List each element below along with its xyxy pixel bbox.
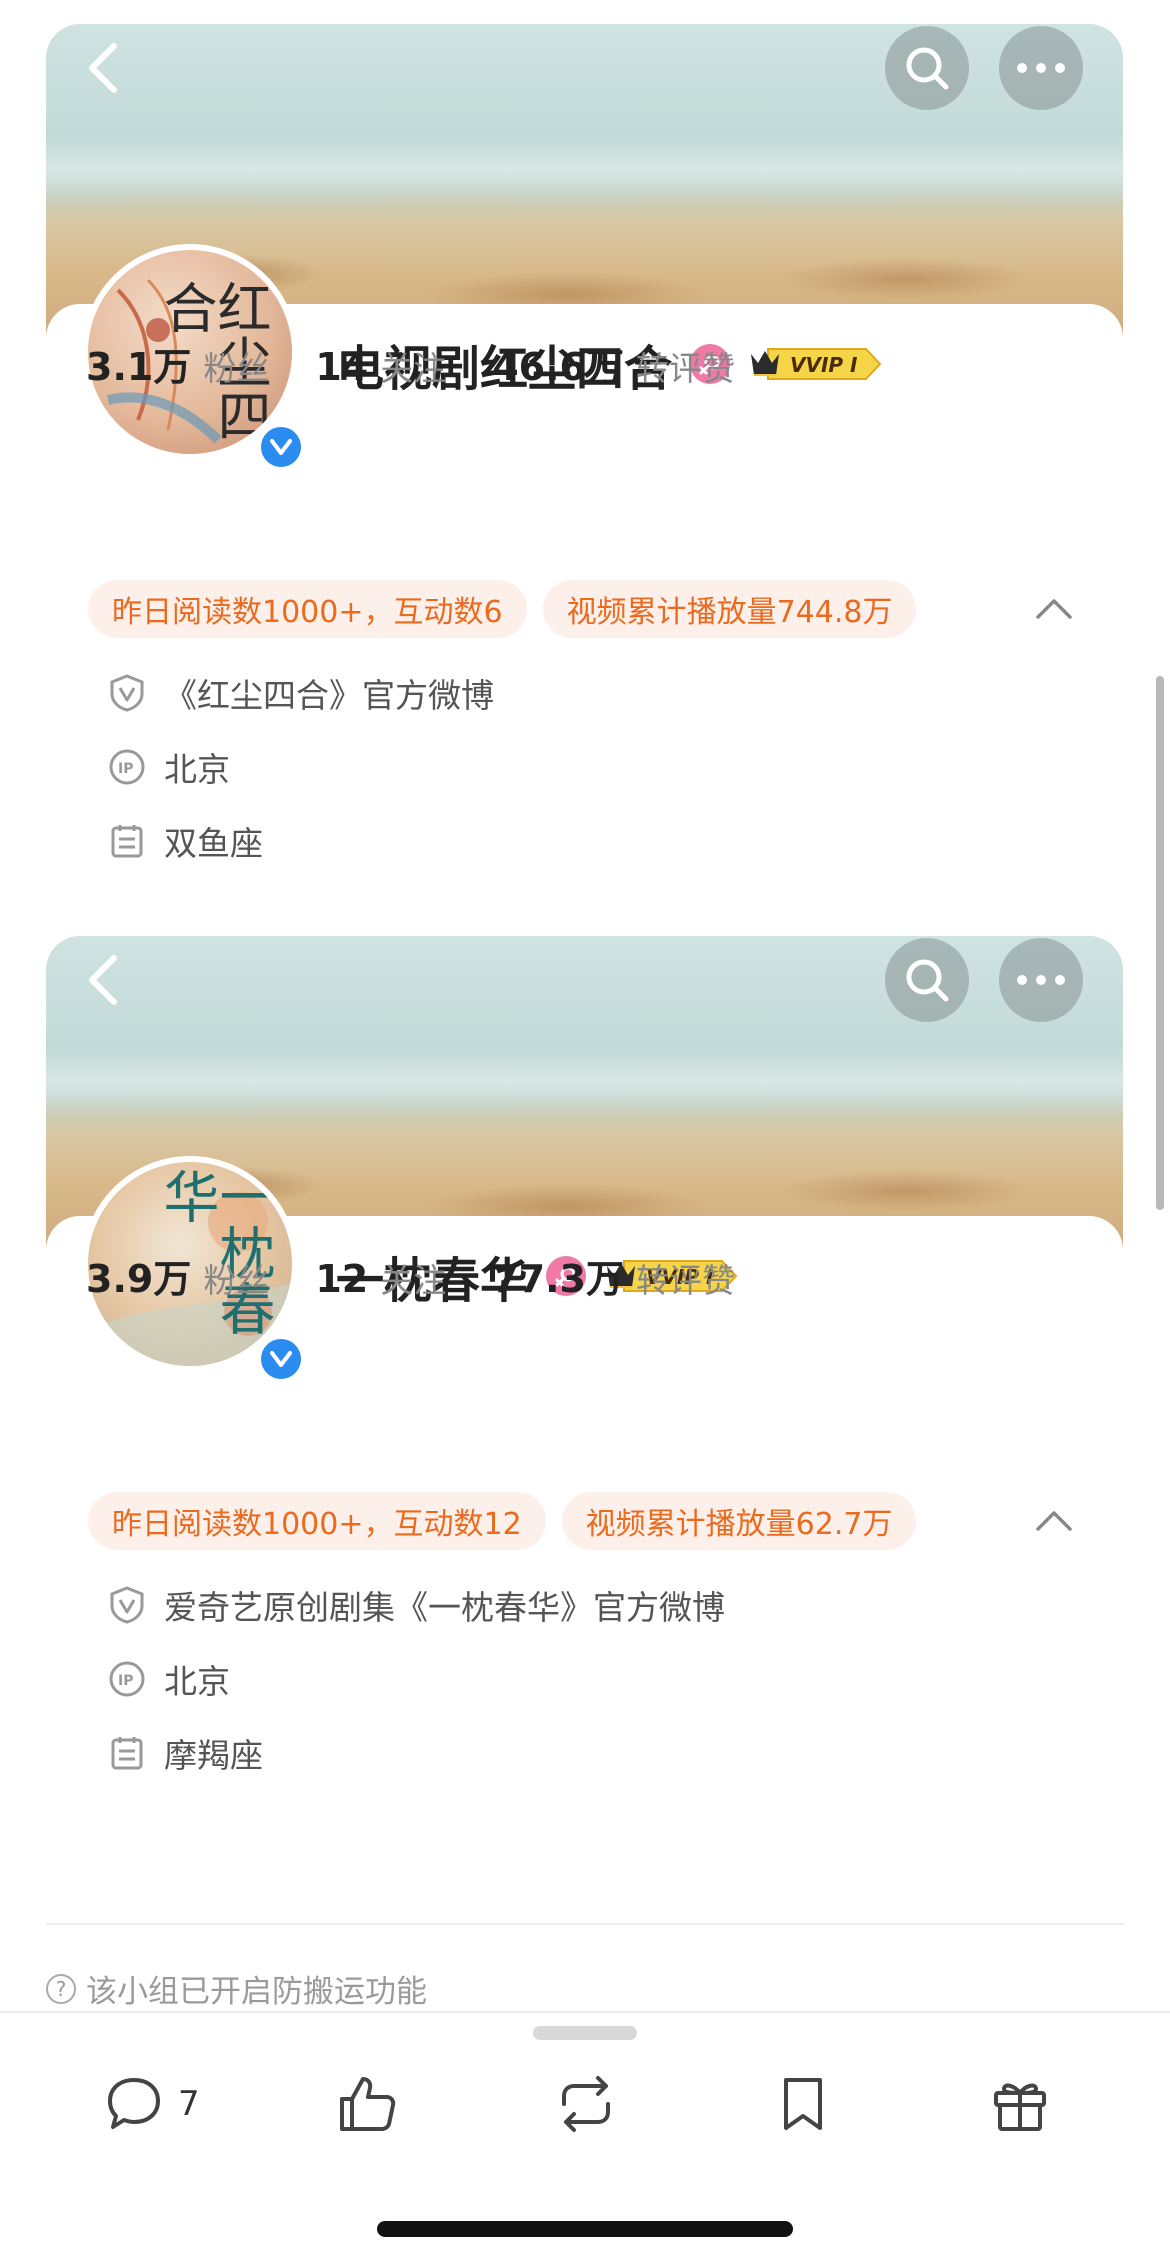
tag-video-plays[interactable]: 视频累计播放量744.8万 <box>542 580 917 638</box>
stat-following[interactable]: 14 关注 <box>315 342 446 390</box>
more-icon <box>1017 975 1065 985</box>
vvip-label: VVIP I <box>790 353 858 377</box>
ip-location-icon: IP <box>108 748 146 786</box>
profile-stats: 3.1万 粉丝 14 关注 46.6万 转评赞 <box>86 336 781 391</box>
search-button[interactable] <box>885 938 969 1022</box>
info-row-ip: IP 北京 <box>108 1642 725 1716</box>
notice-text: 该小组已开启防搬运功能 <box>86 1974 427 2010</box>
more-button[interactable] <box>999 26 1083 110</box>
verified-shield-icon <box>108 1586 146 1624</box>
profile-tags: 昨日阅读数1000+，互动数12 视频累计播放量62.7万 <box>88 1491 1088 1551</box>
calendar-icon <box>108 822 146 860</box>
info-row-verification: 爱奇艺原创剧集《一枕春华》官方微博 <box>108 1568 725 1642</box>
stat-followers[interactable]: 3.1万 粉丝 <box>86 336 269 391</box>
bookmark-icon <box>784 2078 822 2130</box>
comment-icon <box>108 2078 160 2129</box>
info-row-ip: IP 北京 <box>108 730 494 804</box>
info-zodiac-text: 摩羯座 <box>164 1736 263 1775</box>
verified-badge <box>256 1334 306 1384</box>
svg-text:IP: IP <box>118 1673 133 1689</box>
search-icon <box>906 959 949 1002</box>
info-verification-text: 爱奇艺原创剧集《一枕春华》官方微博 <box>164 1588 725 1627</box>
more-button[interactable] <box>999 938 1083 1022</box>
comment-button[interactable]: 7 <box>104 2059 200 2149</box>
profile-tags: 昨日阅读数1000+，互动数6 视频累计播放量744.8万 <box>88 579 1088 639</box>
like-icon <box>340 2077 396 2131</box>
calendar-icon <box>108 1734 146 1772</box>
gift-button[interactable] <box>990 2059 1050 2149</box>
stat-likes[interactable]: 46.6万 转评赞 <box>492 336 735 391</box>
tag-reads[interactable]: 昨日阅读数1000+，互动数12 <box>88 1492 546 1550</box>
chevron-up-icon[interactable] <box>1034 1507 1074 1535</box>
home-indicator[interactable] <box>377 2221 793 2237</box>
stat-likes[interactable]: 77.3万 转评赞 <box>492 1248 735 1303</box>
anti-repost-notice: ? 该小组已开启防搬运功能 <box>46 1966 427 2011</box>
svg-text:IP: IP <box>118 761 133 777</box>
check-icon <box>270 1351 292 1367</box>
info-row-verification: 《红尘四合》官方微博 <box>108 656 494 730</box>
stat-followers[interactable]: 3.9万 粉丝 <box>86 1248 269 1303</box>
info-verification-text: 《红尘四合》官方微博 <box>164 676 494 715</box>
profile-card: 红尘四合 电视剧红尘四合 VVIP I 3.1万 粉丝 14 关注 46.6万 … <box>46 24 1123 869</box>
tag-video-plays[interactable]: 视频累计播放量62.7万 <box>561 1492 917 1550</box>
ip-location-icon: IP <box>108 1660 146 1698</box>
search-button[interactable] <box>885 26 969 110</box>
more-icon <box>1017 63 1065 73</box>
screen: 红尘四合 电视剧红尘四合 VVIP I 3.1万 粉丝 14 关注 46.6万 … <box>0 0 1170 2258</box>
profile-info: 《红尘四合》官方微博 IP 北京 双鱼座 <box>108 656 494 869</box>
info-ip-text: 北京 <box>164 750 230 789</box>
drag-handle[interactable] <box>533 2026 637 2040</box>
search-icon <box>906 47 949 90</box>
help-icon: ? <box>46 1973 76 2004</box>
info-row-zodiac: 双鱼座 <box>108 804 494 869</box>
verified-shield-icon <box>108 674 146 712</box>
back-icon[interactable] <box>76 38 132 98</box>
action-bar-border <box>0 2011 1170 2013</box>
info-zodiac-text: 双鱼座 <box>164 824 263 863</box>
scrollbar[interactable] <box>1156 676 1164 1210</box>
divider <box>46 1923 1124 1925</box>
bookmark-button[interactable] <box>778 2059 828 2149</box>
check-icon <box>270 439 292 455</box>
back-icon[interactable] <box>76 950 132 1010</box>
stat-following[interactable]: 12 关注 <box>315 1254 446 1302</box>
info-ip-text: 北京 <box>164 1662 230 1701</box>
like-button[interactable] <box>336 2059 398 2149</box>
repost-icon <box>562 2076 610 2132</box>
gift-icon <box>994 2083 1046 2131</box>
comment-count: 7 <box>178 2084 200 2124</box>
info-row-zodiac: 摩羯座 <box>108 1716 725 1781</box>
tag-reads[interactable]: 昨日阅读数1000+，互动数6 <box>88 580 527 638</box>
action-bar: 7 <box>0 2045 1170 2175</box>
profile-stats: 3.9万 粉丝 12 关注 77.3万 转评赞 <box>86 1248 781 1303</box>
verified-badge <box>256 422 306 472</box>
profile-info: 爱奇艺原创剧集《一枕春华》官方微博 IP 北京 摩羯座 <box>108 1568 725 1781</box>
profile-card: 一枕春华 一枕春华 VVIP I 3.9万 粉丝 12 关注 77.3万 转评赞… <box>46 936 1123 1781</box>
chevron-up-icon[interactable] <box>1034 595 1074 623</box>
repost-button[interactable] <box>554 2059 618 2149</box>
